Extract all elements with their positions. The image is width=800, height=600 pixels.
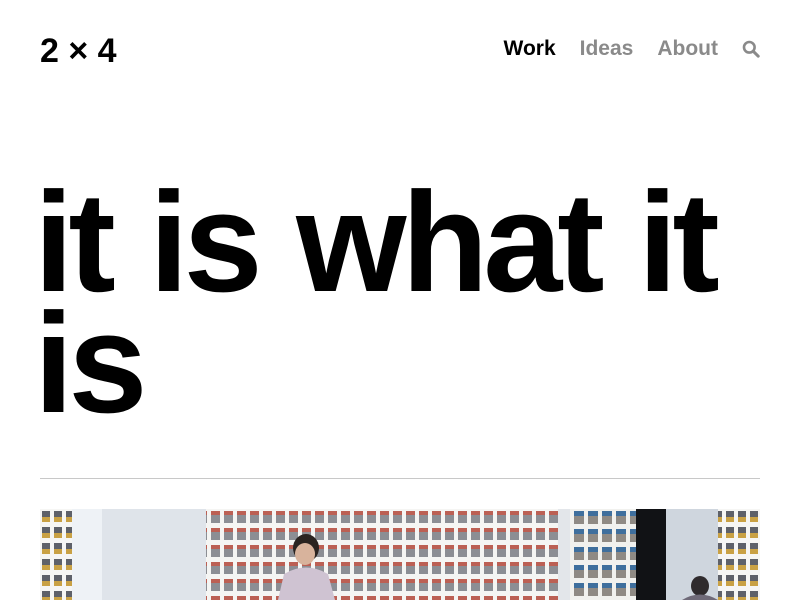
- search-icon[interactable]: [742, 40, 760, 58]
- nav-about-link[interactable]: About: [657, 38, 718, 59]
- divider: [40, 478, 760, 479]
- nav-work-link[interactable]: Work: [504, 38, 556, 59]
- main-nav: Work Ideas About: [504, 38, 760, 59]
- project-photo[interactable]: [40, 509, 760, 600]
- page: 2 × 4 Work Ideas About it is what it is: [0, 0, 800, 600]
- nav-ideas-link[interactable]: Ideas: [580, 38, 634, 59]
- gallery-wall-image: [40, 509, 760, 600]
- site-logo[interactable]: 2 × 4: [40, 34, 117, 68]
- page-headline: it is what it is: [34, 163, 720, 443]
